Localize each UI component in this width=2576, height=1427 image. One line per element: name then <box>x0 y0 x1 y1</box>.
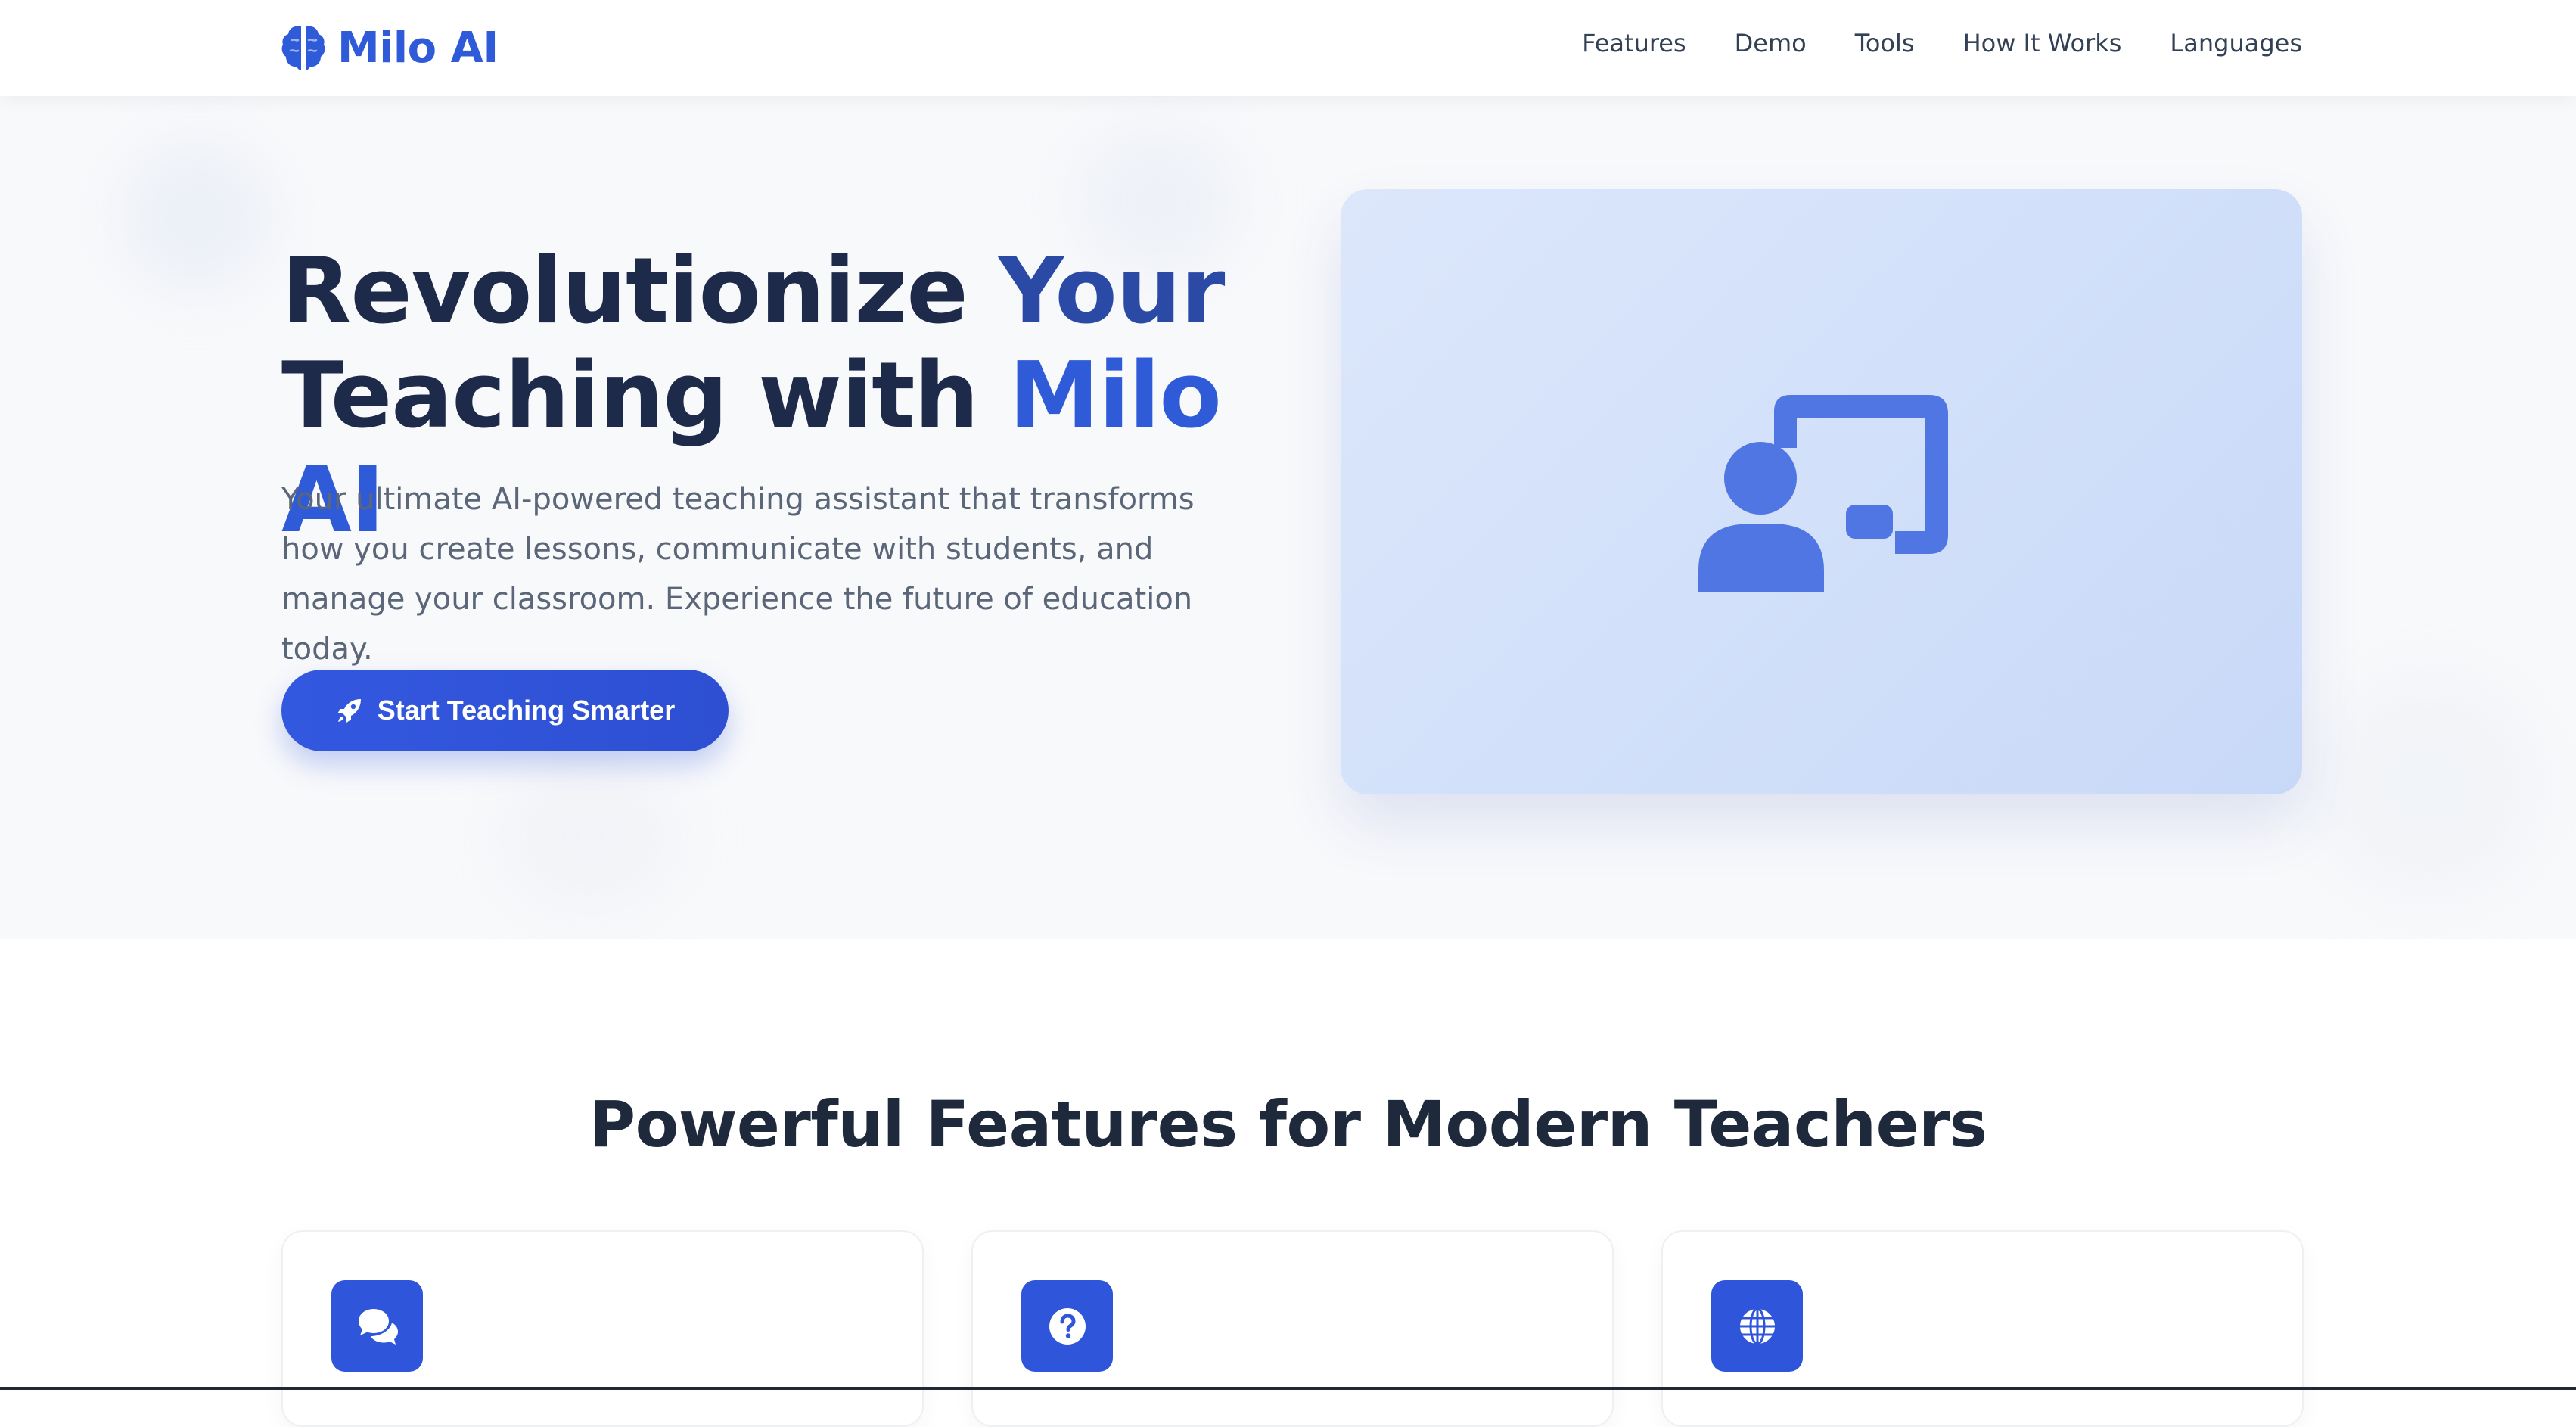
feature-card[interactable] <box>971 1230 1614 1427</box>
main-nav: Features Demo Tools How It Works Languag… <box>1582 29 2302 58</box>
decorative-blob <box>121 141 272 293</box>
features-section: Powerful Features for Modern Teachers <box>0 939 2576 1427</box>
decorative-blob <box>499 762 681 913</box>
comments-icon <box>358 1308 398 1345</box>
brand-logo[interactable]: Milo AI <box>281 21 499 74</box>
nav-link-demo[interactable]: Demo <box>1735 29 1807 58</box>
brain-icon <box>281 26 325 70</box>
chalkboard-teacher-icon <box>1698 395 1948 592</box>
nav-link-features[interactable]: Features <box>1582 29 1686 58</box>
hero-title-highlight: Your <box>998 239 1226 344</box>
feature-icon-badge <box>331 1280 423 1372</box>
feature-card[interactable] <box>1661 1230 2304 1427</box>
hero-title-part: Teaching with <box>281 344 1009 449</box>
viewport-bottom-edge <box>0 1387 2576 1390</box>
hero-title-part: Revolutionize <box>281 239 999 344</box>
question-circle-icon <box>1049 1307 1086 1345</box>
nav-link-how-it-works[interactable]: How It Works <box>1963 29 2122 58</box>
hero-description: Your ultimate AI-powered teaching assist… <box>281 482 1195 667</box>
feature-icon-badge <box>1711 1280 1803 1372</box>
site-header: Milo AI Features Demo Tools How It Works… <box>0 0 2576 96</box>
globe-icon <box>1739 1307 1775 1345</box>
brand-name: Milo AI <box>337 23 499 73</box>
nav-link-tools[interactable]: Tools <box>1855 29 1915 58</box>
feature-icon-badge <box>1021 1280 1113 1372</box>
hero-section: Revolutionize Your Teaching with Milo AI … <box>0 96 2576 939</box>
features-title: Powerful Features for Modern Teachers <box>589 1087 1987 1161</box>
decorative-blob <box>2315 671 2542 898</box>
nav-link-languages[interactable]: Languages <box>2170 29 2302 58</box>
feature-card[interactable] <box>281 1230 924 1427</box>
rocket-icon <box>337 699 361 723</box>
start-teaching-button-label: Start Teaching Smarter <box>377 695 676 726</box>
hero-illustration-card <box>1341 189 2302 794</box>
start-teaching-button[interactable]: Start Teaching Smarter <box>281 670 729 751</box>
